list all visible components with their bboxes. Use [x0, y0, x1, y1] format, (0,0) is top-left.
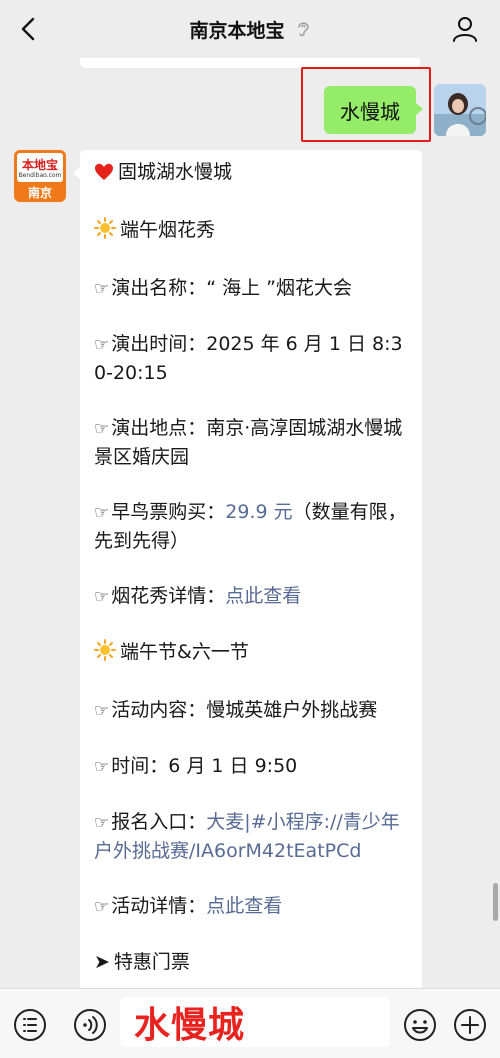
pointing-hand-icon: ☞ — [94, 701, 110, 721]
avatar-brand-text: 本地宝 — [21, 158, 58, 172]
my-message-row: 水慢城 — [226, 82, 486, 138]
pointing-hand-icon: ☞ — [94, 587, 110, 607]
bottom-input-bar: 水慢城 — [0, 988, 500, 1058]
list-menu-icon[interactable] — [12, 1007, 48, 1043]
activity-detail-link[interactable]: 点此查看 — [206, 895, 282, 917]
official-account-avatar[interactable]: 本地宝 Bendibao.com 南京 — [14, 150, 66, 202]
activity-time-text: 时间：6 月 1 日 9:50 — [111, 755, 298, 777]
pointing-hand-icon: ☞ — [94, 335, 110, 355]
pointing-hand-icon: ☞ — [94, 503, 110, 523]
sun-icon — [94, 217, 116, 247]
page-title: 南京本地宝 — [189, 19, 285, 42]
plus-icon[interactable] — [452, 1007, 488, 1043]
avatar-domain-text: Bendibao.com — [18, 172, 62, 179]
my-avatar[interactable] — [434, 84, 486, 136]
show-time-text: 演出时间：2025 年 6 月 1 日 8:30-20:15 — [94, 333, 403, 384]
fireworks-detail-label: 烟花秀详情： — [111, 585, 226, 607]
reply-title-line: 固城湖水慢城 — [94, 158, 408, 189]
fireworks-detail-link[interactable]: 点此查看 — [225, 585, 301, 607]
section-holiday-title: 端午节&六一节 — [120, 641, 249, 663]
ear-icon — [297, 22, 309, 37]
pointing-hand-icon: ☞ — [94, 813, 110, 833]
section-holiday-line: 端午节&六一节 — [94, 638, 408, 669]
section-fireworks-line: 端午烟花秀 — [94, 216, 408, 247]
reply-title: 固城湖水慢城 — [118, 161, 233, 183]
scrollbar[interactable] — [493, 883, 498, 921]
show-name-text: 演出名称：“ 海上 ”烟花大会 — [111, 277, 353, 299]
activity-text: 活动内容：慢城英雄户外挑战赛 — [111, 699, 378, 721]
chat-header: 南京本地宝 — [0, 0, 500, 58]
voice-icon[interactable] — [72, 1007, 108, 1043]
heart-icon — [94, 161, 114, 189]
fireworks-detail-line: ☞ 烟花秀详情：点此查看 — [94, 582, 408, 611]
pointing-hand-icon: ☞ — [94, 897, 110, 917]
sun-icon — [94, 639, 116, 669]
chat-area[interactable]: 水慢城 本地宝 Bendibao.com 南京 固城湖水慢城 端午烟花秀 ☞ 演… — [0, 58, 500, 988]
tickets-line: ➤ 特惠门票 — [94, 948, 408, 976]
activity-detail-label: 活动详情： — [111, 895, 207, 917]
activity-detail-line: ☞ 活动详情：点此查看 — [94, 892, 408, 921]
person-icon[interactable] — [450, 14, 480, 44]
activity-line: ☞ 活动内容：慢城英雄户外挑战赛 — [94, 696, 408, 725]
signup-line: ☞ 报名入口：大麦|#小程序://青少年户外挑战赛/IA6orM42tEatPCd — [94, 808, 408, 865]
show-place-line: ☞ 演出地点：南京·高淳固城湖水慢城景区婚庆园 — [94, 414, 408, 471]
show-name-line: ☞ 演出名称：“ 海上 ”烟花大会 — [94, 274, 408, 303]
avatar-photo — [434, 84, 486, 136]
early-ticket-label: 早鸟票购买： — [111, 501, 226, 523]
section-fireworks-title: 端午烟花秀 — [120, 219, 216, 241]
show-place-text: 演出地点：南京·高淳固城湖水慢城景区婚庆园 — [94, 417, 403, 468]
avatar-city-text: 南京 — [27, 186, 52, 200]
arrow-icon: ➤ — [94, 951, 110, 973]
early-ticket-line: ☞ 早鸟票购买：29.9 元（数量有限，先到先得） — [94, 498, 408, 555]
reply-message-bubble[interactable]: 固城湖水慢城 端午烟花秀 ☞ 演出名称：“ 海上 ”烟花大会 ☞ 演出时间：2025… — [73, 150, 422, 988]
tickets-text: 特惠门票 — [113, 951, 190, 973]
signup-label: 报名入口： — [111, 811, 207, 833]
pointing-hand-icon: ☞ — [94, 419, 110, 439]
show-time-line: ☞ 演出时间：2025 年 6 月 1 日 8:30-20:15 — [94, 330, 408, 387]
pointing-hand-icon: ☞ — [94, 279, 110, 299]
emoji-icon[interactable] — [402, 1007, 438, 1043]
early-ticket-price-link[interactable]: 29.9 元 — [225, 501, 292, 523]
my-message-bubble[interactable]: 水慢城 — [324, 86, 423, 134]
pointing-hand-icon: ☞ — [94, 757, 110, 777]
activity-time-line: ☞ 时间：6 月 1 日 9:50 — [94, 752, 408, 781]
message-input[interactable]: 水慢城 — [120, 997, 390, 1047]
chat-title-bar: 南京本地宝 — [0, 0, 500, 58]
